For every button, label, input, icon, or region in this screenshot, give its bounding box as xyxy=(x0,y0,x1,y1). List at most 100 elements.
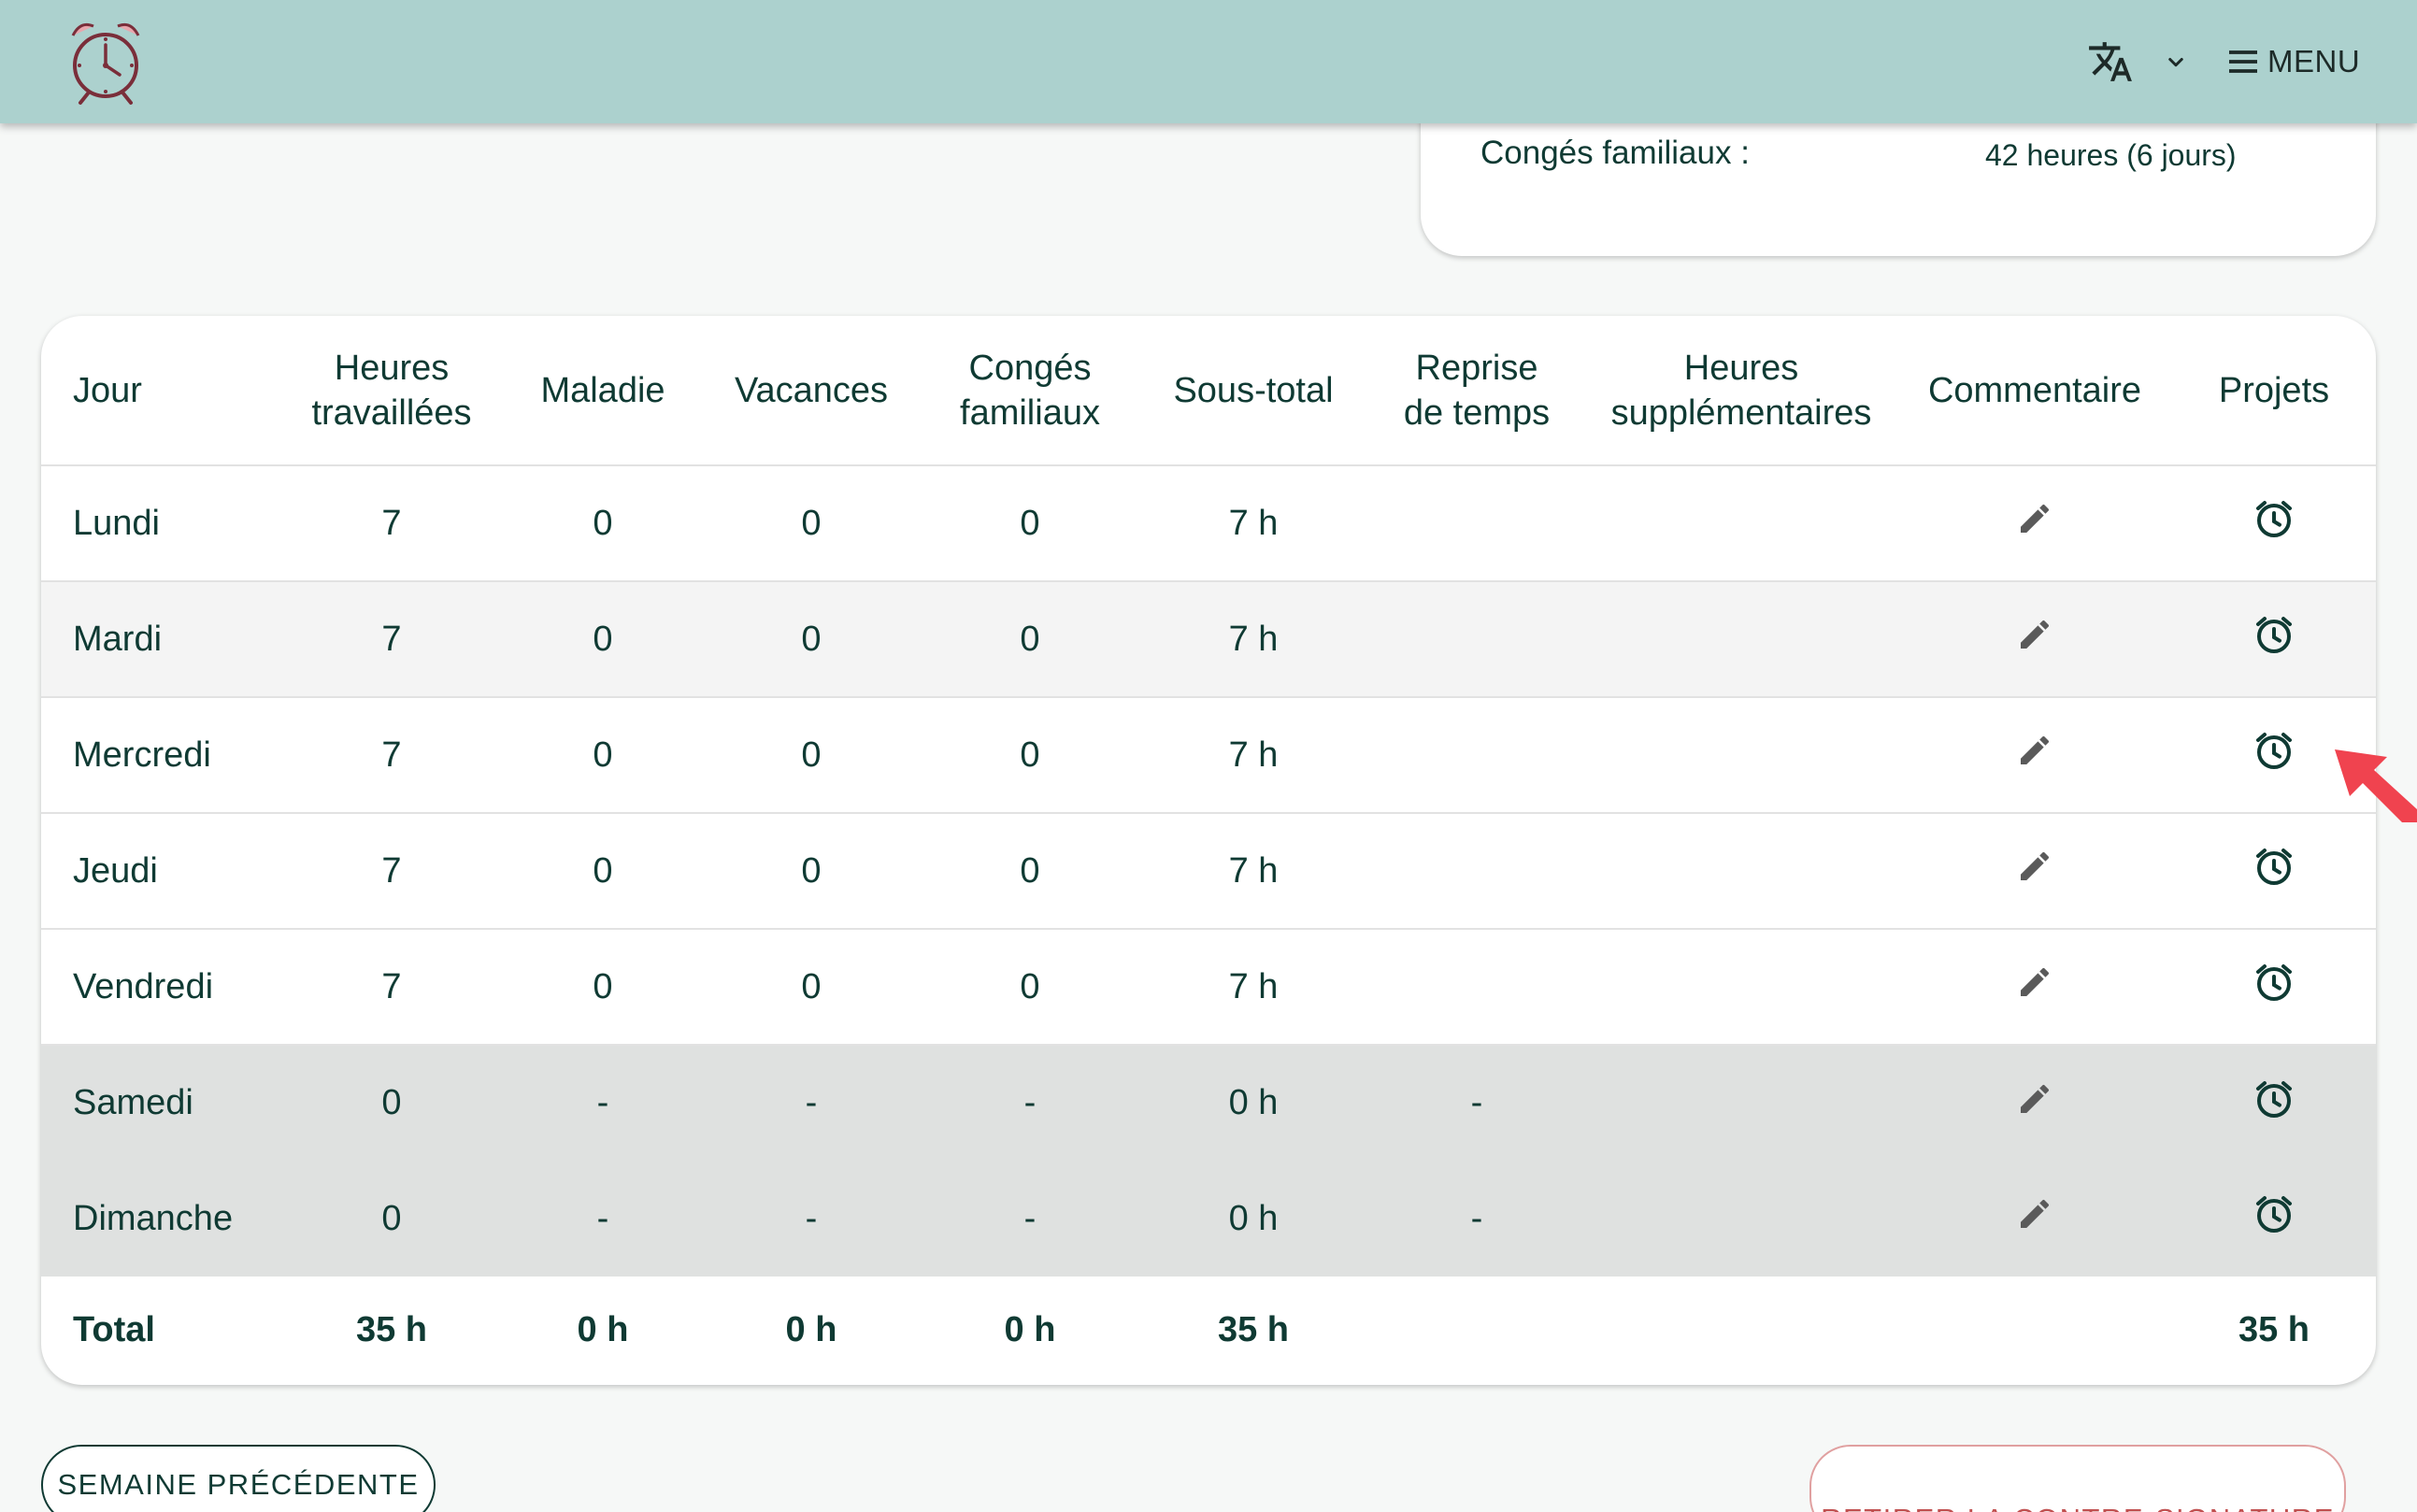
cell-worked: 7 xyxy=(279,465,505,582)
total-row: Total 35 h 0 h 0 h 0 h 35 h 35 h xyxy=(41,1277,2376,1383)
cell-reprise: - xyxy=(1368,1161,1585,1277)
timesheet-table-card: Jour Heures travaillées Maladie Vacances … xyxy=(41,316,2376,1385)
cell-worked: 7 xyxy=(279,813,505,930)
cell-overtime xyxy=(1585,1161,1897,1277)
table-row: Jeudi 7 0 0 0 7 h xyxy=(41,813,2376,930)
cell-subtotal: 7 h xyxy=(1138,465,1368,582)
edit-comment-button[interactable] xyxy=(1897,465,2172,582)
language-dropdown-toggle[interactable] xyxy=(2159,43,2193,80)
cell-vacation: 0 xyxy=(701,929,922,1046)
cell-sick: - xyxy=(505,1161,701,1277)
cell-vacation: 0 xyxy=(701,581,922,698)
family-leave-value: 42 heures (6 jours) xyxy=(1985,138,2237,172)
projects-button[interactable] xyxy=(2172,1161,2376,1277)
header-projects: Projets xyxy=(2172,316,2376,466)
cell-subtotal: 7 h xyxy=(1138,929,1368,1046)
cell-worked: 0 xyxy=(279,1045,505,1161)
cell-reprise xyxy=(1368,465,1585,582)
menu-button[interactable]: MENU xyxy=(2224,36,2360,88)
pencil-edit-icon xyxy=(2021,967,2050,996)
cell-day: Vendredi xyxy=(41,929,279,1046)
cell-subtotal: 7 h xyxy=(1138,581,1368,698)
translate-icon xyxy=(2089,42,2132,81)
edit-comment-button[interactable] xyxy=(1897,1161,2172,1277)
cell-reprise xyxy=(1368,929,1585,1046)
alarm-clock-icon xyxy=(2256,733,2292,769)
header-reprise-line2: de temps xyxy=(1403,392,1551,433)
projects-button[interactable] xyxy=(2172,929,2376,1046)
total-projects: 35 h xyxy=(2238,1309,2310,1349)
cell-sick: 0 xyxy=(505,813,701,930)
pencil-edit-icon xyxy=(2021,504,2050,533)
total-subtotal: 35 h xyxy=(1217,1309,1290,1349)
header-worked-hours: Heures travaillées xyxy=(279,316,505,466)
cell-overtime xyxy=(1585,465,1897,582)
table-row: Lundi 7 0 0 0 7 h xyxy=(41,465,2376,582)
pencil-edit-icon xyxy=(2021,1084,2050,1113)
pencil-edit-icon xyxy=(2021,620,2050,649)
cell-sick: 0 xyxy=(505,465,701,582)
hamburger-icon xyxy=(2229,50,2257,73)
menu-label: MENU xyxy=(2267,44,2361,78)
cell-subtotal: 0 h xyxy=(1138,1161,1368,1277)
cell-vacation: 0 xyxy=(701,813,922,930)
table-row: Vendredi 7 0 0 0 7 h xyxy=(41,929,2376,1046)
header-overtime-line2: supplémentaires xyxy=(1610,392,1872,433)
cell-vacation: - xyxy=(701,1045,922,1161)
cell-reprise xyxy=(1368,581,1585,698)
total-label: Total xyxy=(73,1309,155,1349)
language-button[interactable] xyxy=(2084,36,2137,88)
cell-family: 0 xyxy=(922,697,1138,814)
projects-button[interactable] xyxy=(2172,465,2376,582)
header-family-leave: Congés familiaux xyxy=(922,316,1138,466)
app-page: MENU Congés familiaux : 42 heures (6 jou… xyxy=(0,0,2417,1512)
previous-week-button[interactable]: SEMAINE PRÉCÉDENTE xyxy=(41,1445,436,1512)
alarm-clock-icon xyxy=(2256,1196,2292,1233)
alarm-clock-icon xyxy=(2256,849,2292,885)
header-reprise-line1: Reprise xyxy=(1415,348,1538,388)
edit-comment-button[interactable] xyxy=(1897,581,2172,698)
family-leave-label: Congés familiaux : xyxy=(1480,135,1750,171)
alarm-clock-logo-icon[interactable] xyxy=(67,17,144,107)
projects-button[interactable] xyxy=(2172,1045,2376,1161)
header-time-recovery: Reprise de temps xyxy=(1368,316,1585,466)
cell-day: Mardi xyxy=(41,581,279,698)
alarm-clock-icon xyxy=(2256,501,2292,537)
annotation-arrow-icon xyxy=(2335,749,2417,822)
cell-overtime xyxy=(1585,1045,1897,1161)
header-worked-line2: travaillées xyxy=(311,392,472,433)
header-subtotal: Sous-total xyxy=(1138,316,1368,466)
remove-countersignature-button[interactable]: RETIRER LA CONTRE-SIGNATURE xyxy=(1809,1445,2346,1512)
edit-comment-button[interactable] xyxy=(1897,929,2172,1046)
cell-day: Mercredi xyxy=(41,697,279,814)
header-family-line2: familiaux xyxy=(960,392,1100,433)
header-sick: Maladie xyxy=(505,316,701,466)
cell-subtotal: 0 h xyxy=(1138,1045,1368,1161)
cell-overtime xyxy=(1585,697,1897,814)
header-comment: Commentaire xyxy=(1897,316,2172,466)
header-overtime: Heures supplémentaires xyxy=(1585,316,1897,466)
edit-comment-button[interactable] xyxy=(1897,697,2172,814)
cell-vacation: 0 xyxy=(701,465,922,582)
cell-overtime xyxy=(1585,929,1897,1046)
total-worked: 35 h xyxy=(355,1309,428,1349)
table-header-row: Jour Heures travaillées Maladie Vacances … xyxy=(41,316,2376,466)
cell-family: 0 xyxy=(922,465,1138,582)
cell-sick: - xyxy=(505,1045,701,1161)
cell-vacation: 0 xyxy=(701,697,922,814)
alarm-clock-icon xyxy=(2256,617,2292,653)
header-day: Jour xyxy=(41,316,279,466)
total-vacation: 0 h xyxy=(785,1309,837,1349)
edit-comment-button[interactable] xyxy=(1897,813,2172,930)
total-family: 0 h xyxy=(1004,1309,1056,1349)
cell-worked: 7 xyxy=(279,581,505,698)
projects-button[interactable] xyxy=(2172,581,2376,698)
cell-vacation: - xyxy=(701,1161,922,1277)
edit-comment-button[interactable] xyxy=(1897,1045,2172,1161)
table-row: Dimanche 0- - -0 h- xyxy=(41,1161,2376,1277)
cell-day: Dimanche xyxy=(41,1161,279,1277)
chevron-down-icon xyxy=(2168,58,2183,67)
table-row: Mercredi 7 0 0 0 7 h xyxy=(41,697,2376,814)
alarm-clock-icon xyxy=(2256,964,2292,1001)
projects-button[interactable] xyxy=(2172,813,2376,930)
